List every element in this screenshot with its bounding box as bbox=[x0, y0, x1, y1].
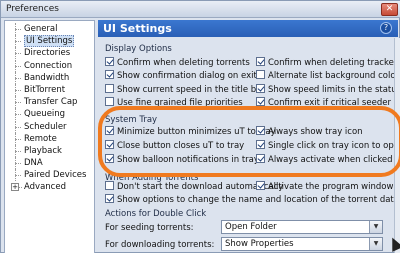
checkbox-checked[interactable] bbox=[105, 57, 114, 66]
sidebar-item-label: Transfer Cap bbox=[24, 97, 78, 108]
sidebar-item[interactable]: Bandwidth bbox=[5, 71, 94, 84]
sidebar-item[interactable]: UI Settings bbox=[5, 35, 94, 48]
checkbox-unchecked[interactable] bbox=[105, 181, 114, 190]
checkbox-checked[interactable] bbox=[256, 57, 265, 66]
checkbox-label: Confirm when deleting trackers bbox=[268, 58, 400, 68]
checkbox-checked[interactable] bbox=[256, 84, 265, 93]
checkbox-checked[interactable] bbox=[256, 181, 265, 190]
tree-connector bbox=[15, 29, 21, 30]
sidebar-item-label: Advanced bbox=[24, 182, 66, 193]
sidebar-item-label: BitTorrent bbox=[24, 84, 66, 95]
sidebar-item-label: General bbox=[24, 24, 58, 34]
display-option-checkbox[interactable]: Confirm when deleting torrents bbox=[105, 57, 250, 68]
chevron-down-icon: ▼ bbox=[369, 221, 382, 233]
sidebar-item[interactable]: Remote bbox=[5, 132, 94, 145]
display-option-checkbox[interactable]: Show confirmation dialog on exit bbox=[105, 70, 257, 81]
sidebar-item[interactable]: Directories bbox=[5, 47, 94, 60]
checkbox-checked[interactable] bbox=[105, 194, 114, 203]
sidebar-item[interactable]: Queueing bbox=[5, 108, 94, 121]
tree-connector bbox=[15, 126, 21, 128]
sidebar-item-label: Remote bbox=[24, 133, 57, 144]
tree-connector bbox=[15, 53, 21, 55]
seeding-action-select[interactable]: Open Folder ▼ bbox=[221, 220, 383, 234]
sidebar-item-label: Playback bbox=[24, 145, 62, 156]
checkbox-label: Show confirmation dialog on exit bbox=[117, 71, 257, 81]
sidebar-item[interactable]: Transfer Cap bbox=[5, 96, 94, 109]
checkbox-label: Alternate list background color bbox=[268, 71, 400, 81]
checkbox-label: Show current speed in the title bar bbox=[117, 85, 265, 95]
seeding-label: For seeding torrents: bbox=[105, 223, 194, 233]
downloading-label: For downloading torrents: bbox=[105, 240, 215, 250]
checkbox-checked[interactable] bbox=[256, 97, 265, 106]
sidebar-item[interactable]: Scheduler bbox=[5, 120, 94, 133]
seeding-action-value: Open Folder bbox=[225, 222, 277, 232]
tree-connector bbox=[15, 150, 21, 152]
checkbox-unchecked[interactable] bbox=[105, 84, 114, 93]
tree-connector bbox=[15, 114, 21, 116]
expand-icon[interactable]: + bbox=[11, 183, 19, 192]
tree-connector bbox=[15, 175, 21, 177]
close-button[interactable]: ✕ bbox=[381, 3, 398, 16]
checkbox-label: Activate the program window bbox=[268, 182, 394, 192]
sidebar-item[interactable]: Connection bbox=[5, 59, 94, 72]
sidebar-item-label: Bandwidth bbox=[24, 72, 70, 83]
checkbox-label: Show options to change the name and loca… bbox=[117, 195, 399, 205]
chevron-down-icon: ▼ bbox=[369, 238, 382, 250]
sidebar-item[interactable]: Playback bbox=[5, 144, 94, 157]
tree-connector bbox=[15, 163, 21, 165]
help-icon[interactable]: ? bbox=[380, 22, 392, 34]
checkbox-checked[interactable] bbox=[105, 70, 114, 79]
panel-title: UI Settings bbox=[103, 22, 172, 35]
tree-connector bbox=[15, 102, 21, 104]
sidebar-item-label: Paired Devices bbox=[24, 170, 87, 181]
display-option-checkbox[interactable]: Show current speed in the title bar bbox=[105, 84, 265, 95]
checkbox-unchecked[interactable] bbox=[256, 70, 265, 79]
tree-connector bbox=[15, 77, 21, 79]
sidebar-item[interactable]: Paired Devices bbox=[5, 169, 94, 182]
tree-connector bbox=[15, 89, 21, 91]
display-option-checkbox[interactable]: Confirm when deleting trackers bbox=[256, 57, 400, 68]
sidebar-item[interactable]: DNA bbox=[5, 157, 94, 170]
sidebar-item-label: Connection bbox=[24, 60, 73, 71]
checkbox-label: Confirm when deleting torrents bbox=[117, 58, 250, 68]
downloading-action-select[interactable]: Show Properties ▼ bbox=[221, 237, 383, 251]
display-option-checkbox[interactable]: Alternate list background color bbox=[256, 70, 399, 81]
sidebar-item[interactable]: + Advanced bbox=[5, 181, 94, 193]
sidebar-item[interactable]: General bbox=[5, 23, 94, 35]
sidebar-item-label: DNA bbox=[24, 158, 43, 169]
display-option-checkbox[interactable]: Show speed limits in the status bar bbox=[256, 84, 400, 95]
double-click-label: Actions for Double Click bbox=[105, 209, 207, 219]
display-options-label: Display Options bbox=[105, 44, 172, 54]
tree-connector bbox=[15, 65, 21, 67]
preferences-window: Preferences ✕ General UI Settings Director… bbox=[0, 0, 400, 253]
sidebar-item-label: Directories bbox=[24, 48, 71, 59]
adding-option-checkbox[interactable]: Activate the program window bbox=[256, 181, 393, 192]
checkbox-label: Show speed limits in the status bar bbox=[268, 85, 400, 95]
window-title: Preferences bbox=[6, 4, 59, 14]
tree-connector bbox=[15, 41, 21, 43]
title-bar: Preferences ✕ bbox=[1, 1, 400, 18]
sidebar-item-label: Queueing bbox=[24, 109, 66, 120]
panel-header: UI Settings ? bbox=[98, 20, 398, 37]
downloading-action-value: Show Properties bbox=[225, 239, 294, 249]
highlight-ring bbox=[98, 106, 400, 177]
sidebar-item-label: Scheduler bbox=[24, 121, 67, 132]
category-tree: General UI Settings Directories Connection B… bbox=[4, 20, 95, 253]
tree-connector bbox=[15, 138, 21, 140]
checkbox-unchecked[interactable] bbox=[105, 97, 114, 106]
adding-option-checkbox[interactable]: Show options to change the name and loca… bbox=[105, 194, 399, 205]
sidebar-item[interactable]: BitTorrent bbox=[5, 83, 94, 96]
tree-connector bbox=[19, 187, 22, 189]
sidebar-item-label: UI Settings bbox=[24, 35, 75, 48]
